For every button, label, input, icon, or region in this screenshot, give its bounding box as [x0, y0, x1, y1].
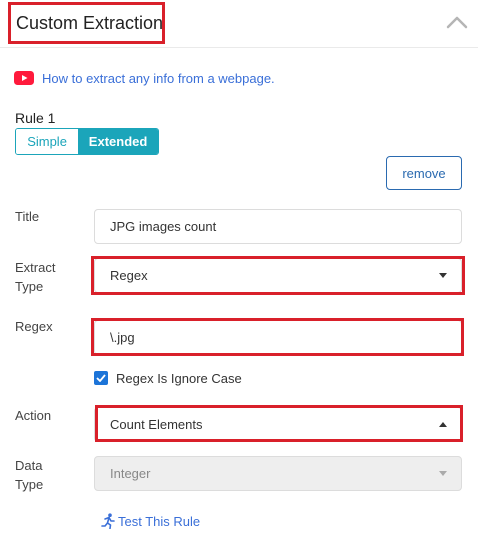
regex-highlight [91, 318, 464, 356]
youtube-icon [14, 71, 34, 85]
custom-extraction-header[interactable]: Custom Extraction [0, 0, 478, 48]
chevron-up-icon[interactable] [446, 14, 468, 30]
test-rule-label[interactable]: Test This Rule [118, 514, 200, 529]
title-input-value: JPG images count [110, 219, 217, 234]
caret-down-icon [439, 471, 447, 476]
data-type-select: Integer [94, 456, 462, 491]
video-help-link[interactable]: How to extract any info from a webpage. [14, 68, 275, 88]
section-title: Custom Extraction [16, 13, 164, 33]
test-rule-link[interactable]: Test This Rule [101, 512, 200, 530]
tab-extended[interactable]: Extended [78, 129, 158, 154]
extract-type-label-line2: Type [15, 279, 44, 294]
rule-label: Rule 1 [15, 110, 56, 126]
extract-type-label-line1: Extract [15, 260, 56, 275]
remove-button[interactable]: remove [386, 156, 462, 190]
tab-simple[interactable]: Simple [16, 129, 79, 154]
title-label: Title [15, 209, 40, 224]
action-label: Action [15, 408, 52, 423]
title-highlight: Custom Extraction [8, 2, 165, 44]
regex-label: Regex [15, 319, 53, 334]
data-type-label-line1: Data [15, 458, 43, 473]
ignore-case-label: Regex Is Ignore Case [116, 370, 242, 386]
data-type-label-line2: Type [15, 477, 44, 492]
checkmark-icon [96, 374, 106, 382]
running-person-icon [101, 513, 115, 529]
ignore-case-option[interactable]: Regex Is Ignore Case [94, 369, 242, 387]
title-input[interactable]: JPG images count [94, 209, 462, 244]
ignore-case-checkbox[interactable] [94, 371, 108, 385]
data-type-value: Integer [110, 466, 151, 481]
extract-type-highlight [91, 256, 465, 295]
extract-type-label: Extract Type [15, 258, 55, 296]
data-type-label: Data Type [15, 456, 43, 494]
video-link-text[interactable]: How to extract any info from a webpage. [42, 71, 275, 86]
action-highlight [95, 405, 463, 442]
mode-toggle: Simple Extended [15, 128, 159, 155]
